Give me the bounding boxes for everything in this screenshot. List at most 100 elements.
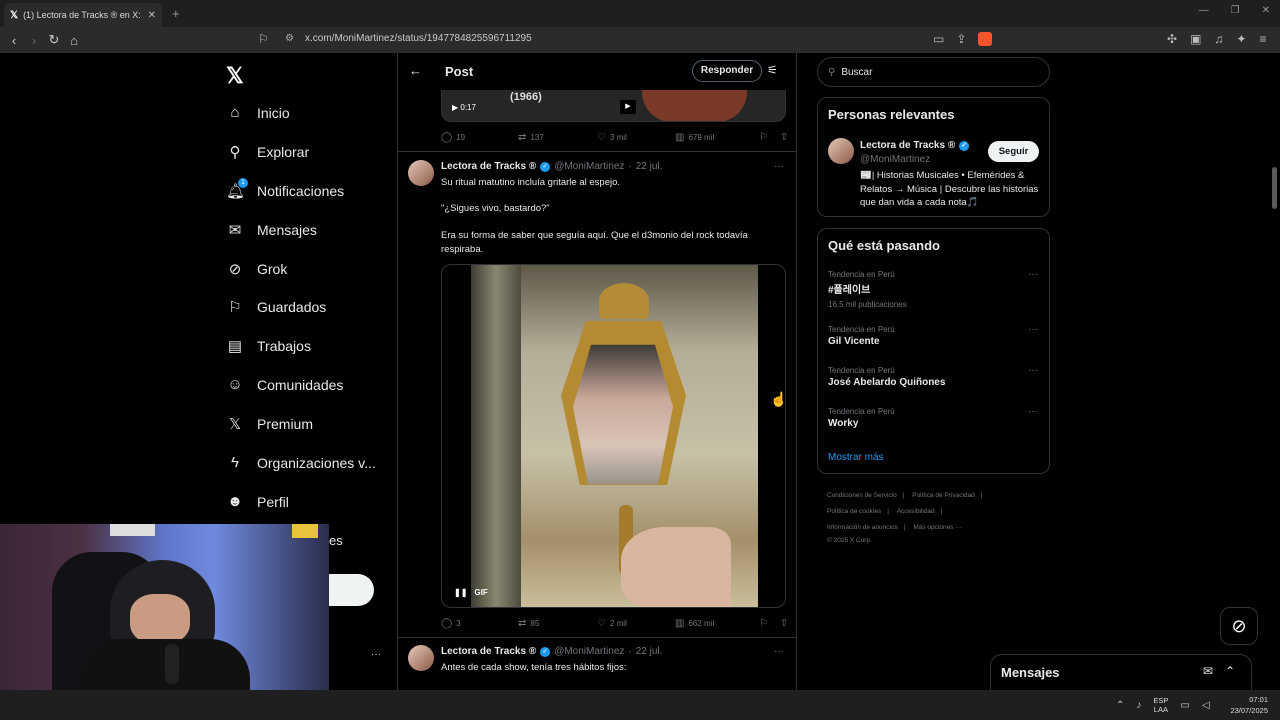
language-indicator[interactable]: ESP LAA <box>1153 696 1168 714</box>
bookmark-icon[interactable]: ⚐ <box>759 132 768 143</box>
repost-action[interactable]: ⇄ 137 <box>518 132 597 143</box>
nav-item-guardados[interactable]: ⚐ Guardados <box>226 298 326 316</box>
reply-action[interactable]: ◯ 19 <box>441 132 518 143</box>
author-name[interactable]: Lectora de Tracks ® <box>441 646 536 657</box>
follow-button[interactable]: Seguir <box>988 141 1039 162</box>
tune-icon[interactable]: ⚟ <box>767 63 778 77</box>
more-options-icon[interactable]: ··· <box>1028 365 1038 376</box>
trend-item[interactable]: Tendencia en Perú Gil Vicente ··· <box>828 324 1043 347</box>
brave-shield-icon[interactable] <box>978 32 993 46</box>
tray-expand-icon[interactable]: ⌃ <box>1116 700 1124 711</box>
views-action[interactable]: ▥ 662 mil <box>675 618 759 629</box>
trend-item[interactable]: Tendencia en Perú José Abelardo Quiñones… <box>828 365 1043 388</box>
more-options-icon[interactable]: ··· <box>774 161 784 172</box>
author-handle[interactable]: @MoniMartinez <box>554 161 624 172</box>
extensions-icon[interactable]: ✣ <box>1167 32 1177 46</box>
volume-icon[interactable]: ◁ <box>1202 700 1210 711</box>
nav-item-grok[interactable]: ⊘ Grok <box>226 260 288 278</box>
play-icon[interactable]: ▶ <box>620 100 636 114</box>
like-action[interactable]: ♡ 2 mil <box>597 618 675 629</box>
more-options-icon[interactable]: ··· <box>1028 406 1038 417</box>
clock[interactable]: 07:01 23/07/2025 <box>1226 694 1268 716</box>
tweet-date[interactable]: 22 jul. <box>636 646 663 657</box>
tweet-date[interactable]: 22 jul. <box>636 161 663 172</box>
new-tab-icon[interactable]: + <box>172 6 180 21</box>
cast-icon[interactable]: ▭ <box>933 32 944 46</box>
nav-item-notificaciones[interactable]: 🔔︎ 1 Notificaciones <box>226 178 344 200</box>
avatar[interactable] <box>828 138 854 164</box>
avatar[interactable] <box>408 160 434 186</box>
footer-link[interactable]: Accesibilidad <box>897 508 935 515</box>
author-name[interactable]: Lectora de Tracks ® <box>441 161 536 172</box>
gif-media[interactable]: ❚❚ GIF <box>441 264 786 608</box>
tweet-line-2: "¿Sigues vivo, bastardo?" <box>441 203 550 214</box>
relevant-user-handle[interactable]: @MoniMartinez <box>860 154 930 165</box>
reply-button[interactable]: Responder <box>692 60 762 82</box>
close-window-icon[interactable]: ✕ <box>1262 5 1270 16</box>
scroll-thumb[interactable] <box>1272 167 1277 209</box>
nav-item-perfil[interactable]: ☻ Perfil <box>226 493 289 510</box>
tab-close-icon[interactable]: ✕ <box>148 10 156 21</box>
scrollbar[interactable] <box>1271 55 1278 695</box>
home-icon[interactable]: ⌂ <box>64 33 84 48</box>
more-options-icon[interactable]: ··· <box>774 646 784 657</box>
footer-link[interactable]: Política de Privacidad <box>912 492 975 499</box>
like-action[interactable]: ♡ 3 mil <box>597 132 675 143</box>
more-options-icon[interactable]: ··· <box>1028 269 1038 280</box>
more-options-icon[interactable]: ··· <box>1028 324 1038 335</box>
footer-link[interactable]: Política de cookies <box>827 508 881 515</box>
new-message-icon[interactable]: ✉ <box>1203 664 1213 678</box>
back-icon[interactable]: ‹ <box>4 33 24 48</box>
webcam-overlay <box>0 524 329 694</box>
bookmark-icon[interactable]: ⚐ <box>759 618 768 629</box>
post-button[interactable] <box>329 574 374 606</box>
nav-item-partial-label[interactable]: es <box>329 533 343 548</box>
repost-action[interactable]: ⇄ 85 <box>518 618 597 629</box>
site-settings-icon[interactable]: ⚙ <box>285 33 294 44</box>
url-field[interactable]: x.com/MoniMartinez/status/19477848255967… <box>305 33 532 44</box>
relevant-user-name[interactable]: Lectora de Tracks ® ✓ <box>860 140 970 151</box>
menu-icon[interactable]: ≡ <box>1259 32 1266 46</box>
footer-link[interactable]: Más opciones ··· <box>913 524 961 531</box>
reply-action[interactable]: ◯ 3 <box>441 618 518 629</box>
pause-icon[interactable]: ❚❚ <box>454 588 467 597</box>
nav-item-explorar[interactable]: ⚲ Explorar <box>226 143 310 161</box>
avatar[interactable] <box>408 645 434 671</box>
footer-link[interactable]: Información de anuncios <box>827 524 898 531</box>
x-logo-icon[interactable]: 𝕏 <box>226 63 244 89</box>
leo-icon[interactable]: ✦ <box>1236 32 1246 46</box>
browser-tab[interactable]: 𝕏 (1) Lectora de Tracks ® en X: "Cr ✕ <box>4 3 162 27</box>
previous-media[interactable]: ▶ 0:17 (1966) ▶ <box>441 90 786 122</box>
reload-icon[interactable]: ↻ <box>44 32 64 48</box>
mic-icon[interactable]: ♪ <box>1136 700 1141 711</box>
back-arrow-icon[interactable]: ← <box>409 63 422 78</box>
share-icon[interactable]: ⇧ <box>780 132 788 143</box>
account-more-icon[interactable]: ··· <box>371 649 381 660</box>
share-icon[interactable]: ⇪ <box>956 32 966 46</box>
grok-floating-button[interactable]: ⊘ <box>1220 607 1258 645</box>
expand-icon[interactable]: ⌃ <box>1225 664 1235 678</box>
footer-link[interactable]: Condiciones de Servicio <box>827 492 897 499</box>
search-box[interactable]: ⚲ <box>817 57 1050 87</box>
bookmark-page-icon[interactable]: ⚐ <box>258 32 269 46</box>
author-handle[interactable]: @MoniMartinez <box>554 646 624 657</box>
search-input[interactable] <box>841 66 1022 78</box>
nav-item-organizaciones-v[interactable]: ϟ Organizaciones v... <box>226 454 376 471</box>
nav-item-trabajos[interactable]: ▤ Trabajos <box>226 337 311 355</box>
nav-item-inicio[interactable]: ⌂ Inicio <box>226 104 289 121</box>
restore-icon[interactable]: ❐ <box>1231 5 1240 16</box>
messages-drawer[interactable]: Mensajes ✉ ⌃ <box>990 654 1252 690</box>
nav-item-comunidades[interactable]: ☺ Comunidades <box>226 376 343 393</box>
trend-item[interactable]: Tendencia en Perú Worky ··· <box>828 406 1043 429</box>
show-more-link[interactable]: Mostrar más <box>828 452 884 463</box>
forward-icon[interactable]: › <box>24 33 44 48</box>
share-icon[interactable]: ⇧ <box>780 618 788 629</box>
minimize-icon[interactable]: — <box>1199 5 1209 16</box>
network-icon[interactable]: ▭ <box>1180 700 1189 711</box>
trend-item[interactable]: Tendencia en Perú #플레이브 16,5 mil publica… <box>828 269 1043 309</box>
nav-item-premium[interactable]: 𝕏 Premium <box>226 415 313 433</box>
sidebar-icon[interactable]: ▣ <box>1190 32 1201 46</box>
views-action[interactable]: ▥ 679 mil <box>675 132 759 143</box>
nav-item-mensajes[interactable]: ✉ Mensajes <box>226 221 317 239</box>
music-icon[interactable]: ♫ <box>1214 32 1223 46</box>
